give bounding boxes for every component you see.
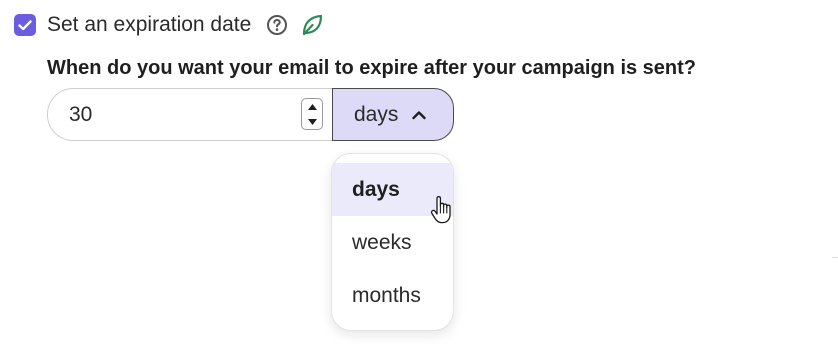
unit-dropdown-menu: days weeks months [331,153,454,331]
expiration-checkbox-row[interactable]: Set an expiration date [14,12,324,38]
duration-stepper[interactable] [301,98,323,130]
hand-pointer-cursor-icon [430,196,451,224]
unit-option-months[interactable]: months [332,269,453,322]
stepper-increment-button[interactable] [302,99,322,114]
unit-select-value[interactable]: days [354,103,398,127]
stepper-decrement-button[interactable] [302,114,322,129]
leaf-icon [300,13,324,37]
expiration-question: When do you want your email to expire af… [47,57,697,79]
edge-divider [832,257,838,258]
caret-down-icon [307,118,317,125]
expiration-checkbox[interactable] [14,14,36,36]
duration-value[interactable]: 30 [69,89,92,140]
caret-up-icon [307,103,317,110]
question-circle-icon[interactable] [266,14,288,36]
expiration-settings-panel: Set an expiration date When do you want … [0,0,838,344]
checkmark-icon [18,19,32,30]
chevron-up-icon[interactable] [411,109,427,121]
expiration-checkbox-label[interactable]: Set an expiration date [47,12,251,38]
duration-unit-select[interactable]: days [332,88,454,141]
duration-number-input[interactable]: 30 [47,88,334,141]
